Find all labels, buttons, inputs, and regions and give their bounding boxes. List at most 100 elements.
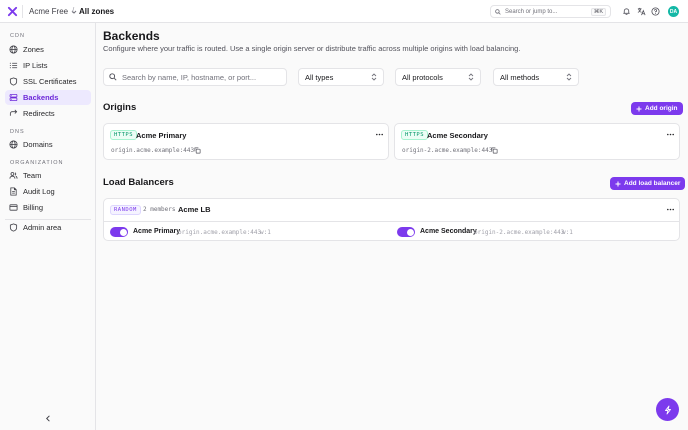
member-name: Acme Primary xyxy=(133,228,181,235)
chevron-updown-icon xyxy=(468,73,474,81)
redirect-icon xyxy=(9,109,18,116)
sidebar-item-label: Zones xyxy=(23,45,44,54)
sidebar-item-label: SSL Certificates xyxy=(23,77,77,86)
sidebar-item-backends[interactable]: Backends xyxy=(5,90,91,105)
sidebar-item-domains[interactable]: Domains xyxy=(5,137,91,152)
sidebar-item-label: Audit Log xyxy=(23,187,55,196)
card-icon xyxy=(9,204,18,211)
plus-icon xyxy=(615,181,621,186)
member-weight: w:1 xyxy=(562,229,573,236)
sidebar-item-label: Admin area xyxy=(23,223,62,232)
origin-card[interactable]: HTTPS Acme Primary origin.acme.example:4… xyxy=(103,123,389,160)
divider xyxy=(22,5,23,18)
breadcrumb-separator: / xyxy=(72,6,75,15)
method-badge: RANDOM xyxy=(110,205,141,215)
sidebar-item-label: Domains xyxy=(23,140,53,149)
sidebar-item-admin-area[interactable]: Admin area xyxy=(5,220,91,235)
protocol-filter-value: All protocols xyxy=(402,72,443,82)
add-load-balancer-button[interactable]: Add load balancer xyxy=(610,177,686,190)
member-enabled-toggle[interactable] xyxy=(397,227,415,237)
protocol-filter-select[interactable]: All protocols xyxy=(395,68,481,86)
more-options-icon[interactable] xyxy=(666,205,675,214)
method-filter-select[interactable]: All methods xyxy=(493,68,579,86)
members-count: 2 members xyxy=(143,206,176,213)
sidebar-item-audit-log[interactable]: Audit Log xyxy=(5,184,91,199)
sidebar-item-ip-lists[interactable]: IP Lists xyxy=(5,58,91,73)
load-balancer-card: RANDOM 2 members Acme LB Acme Primary or… xyxy=(103,198,680,241)
member-weight: w:1 xyxy=(260,229,271,236)
add-origin-button[interactable]: Add origin xyxy=(631,102,683,115)
card-divider xyxy=(104,221,679,222)
global-search[interactable]: Search or jump to... ⌘K xyxy=(490,5,611,18)
sidebar-item-zones[interactable]: Zones xyxy=(5,42,91,57)
quick-actions-button[interactable] xyxy=(656,398,679,421)
globe-icon xyxy=(9,45,18,54)
add-origin-label: Add origin xyxy=(645,105,678,112)
member-enabled-toggle[interactable] xyxy=(110,227,128,237)
shield-icon xyxy=(9,77,18,86)
sidebar-item-label: Backends xyxy=(23,93,59,102)
origin-address: origin.acme.example:443 xyxy=(111,147,195,154)
users-icon xyxy=(9,172,18,179)
origin-name: Acme Primary xyxy=(136,131,187,140)
copy-icon[interactable] xyxy=(194,147,201,154)
list-icon xyxy=(9,62,18,69)
page-subtitle: Configure where your traffic is routed. … xyxy=(103,44,521,53)
chevron-updown-icon xyxy=(566,73,572,81)
load-balancers-heading: Load Balancers xyxy=(103,177,174,188)
sidebar-item-ssl-certificates[interactable]: SSL Certificates xyxy=(5,74,91,89)
origins-heading: Origins xyxy=(103,102,137,113)
chevron-updown-icon xyxy=(371,73,377,81)
breadcrumb-all-zones[interactable]: All zones xyxy=(79,7,114,16)
globe-icon xyxy=(9,140,18,149)
search-icon xyxy=(109,73,117,81)
more-options-icon[interactable] xyxy=(375,130,384,139)
member-address: origin.acme.example:443 xyxy=(178,229,262,236)
member-name: Acme Secondary xyxy=(420,228,477,235)
copy-icon[interactable] xyxy=(491,147,498,154)
global-search-placeholder: Search or jump to... xyxy=(505,8,558,15)
more-options-icon[interactable] xyxy=(666,130,675,139)
bell-icon[interactable] xyxy=(622,7,631,16)
file-icon xyxy=(10,187,17,196)
add-load-balancer-label: Add load balancer xyxy=(624,180,681,187)
main-content: Backends Configure where your traffic is… xyxy=(96,23,688,430)
logo-icon[interactable] xyxy=(7,6,18,17)
help-icon[interactable] xyxy=(651,7,660,16)
member-address: origin-2.acme.example:443 xyxy=(474,229,565,236)
protocol-badge: HTTPS xyxy=(110,130,138,140)
collapse-sidebar-icon[interactable] xyxy=(44,414,53,423)
type-filter-value: All types xyxy=(305,72,334,82)
sidebar-item-label: Redirects xyxy=(23,109,55,118)
sidebar-section-dns: DNS xyxy=(10,129,25,135)
sidebar-item-team[interactable]: Team xyxy=(5,168,91,183)
protocol-badge: HTTPS xyxy=(401,130,429,140)
org-switcher[interactable]: Acme Free xyxy=(29,7,77,16)
sidebar-item-label: IP Lists xyxy=(23,61,48,70)
origin-name: Acme Secondary xyxy=(427,131,488,140)
lightning-icon xyxy=(664,405,671,414)
sidebar: CDN Zones IP Lists SSL Certificates Back… xyxy=(0,23,96,430)
method-filter-value: All methods xyxy=(500,72,540,82)
shortcut-hint: ⌘K xyxy=(590,7,606,16)
sidebar-item-redirects[interactable]: Redirects xyxy=(5,106,91,121)
avatar[interactable]: DA xyxy=(668,6,679,17)
sidebar-section-organization: ORGANIZATION xyxy=(10,160,64,166)
sidebar-item-billing[interactable]: Billing xyxy=(5,200,91,215)
search-icon xyxy=(495,8,501,15)
plus-icon xyxy=(636,106,642,111)
shield-icon xyxy=(9,223,18,232)
page-title: Backends xyxy=(103,29,160,43)
sidebar-item-label: Team xyxy=(23,171,42,180)
load-balancer-name[interactable]: Acme LB xyxy=(178,205,211,214)
origin-address: origin-2.acme.example:443 xyxy=(402,147,493,154)
top-bar: Acme Free / All zones Search or jump to.… xyxy=(0,0,688,23)
origin-card[interactable]: HTTPS Acme Secondary origin-2.acme.examp… xyxy=(394,123,680,160)
sidebar-item-label: Billing xyxy=(23,203,44,212)
backend-search-input[interactable] xyxy=(122,72,281,82)
org-name: Acme Free xyxy=(29,7,69,16)
type-filter-select[interactable]: All types xyxy=(298,68,384,86)
sidebar-section-cdn: CDN xyxy=(10,33,25,39)
backend-search xyxy=(103,68,287,86)
translate-icon[interactable] xyxy=(637,7,646,16)
